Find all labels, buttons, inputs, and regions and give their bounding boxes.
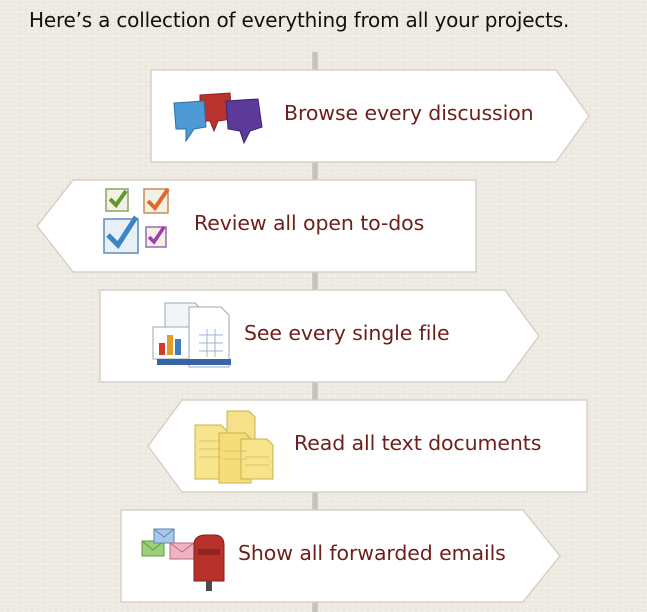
sign-see-files[interactable]: See every single file [99,289,540,383]
sign-read-documents[interactable]: Read all text documents [147,399,588,493]
mailbox-icon [136,527,232,591]
text-documents-icon [191,409,279,485]
intro-text: Here’s a collection of everything from a… [29,8,570,32]
sign-forwarded-emails[interactable]: Show all forwarded emails [120,509,561,603]
sign-label: Review all open to-dos [194,211,425,235]
files-icon [151,301,237,371]
speech-bubbles-icon [170,89,270,149]
checkboxes-icon [100,187,180,265]
sign-label: Read all text documents [294,431,542,455]
sign-review-todos[interactable]: Review all open to-dos [36,179,477,273]
sign-label: Browse every discussion [284,101,534,125]
sign-label: Show all forwarded emails [238,541,506,565]
sign-browse-discussions[interactable]: Browse every discussion [150,69,590,163]
sign-label: See every single file [244,321,450,345]
